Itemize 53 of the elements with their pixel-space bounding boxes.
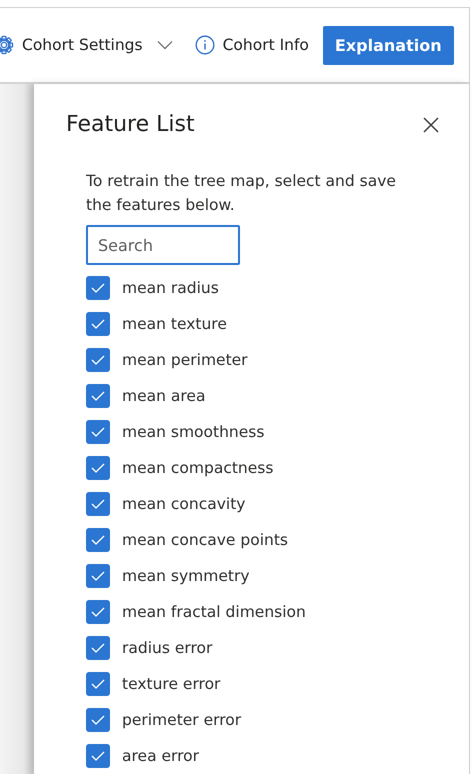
checkmark-icon: [91, 535, 105, 545]
checkmark-icon: [91, 427, 105, 437]
checkmark-icon: [91, 643, 105, 653]
description-text: To retrain the tree map, select and save the features below.: [86, 171, 397, 216]
checkmark-icon: [91, 679, 105, 689]
close-icon: [423, 116, 439, 132]
feature-label: mean texture: [122, 315, 227, 333]
close-button[interactable]: [421, 114, 441, 134]
checkbox[interactable]: [86, 420, 110, 444]
feature-label: mean concavity: [122, 495, 246, 513]
feature-label: mean perimeter: [122, 351, 248, 369]
checkmark-icon: [91, 715, 105, 725]
feature-label: mean compactness: [122, 459, 274, 477]
checkbox[interactable]: [86, 492, 110, 516]
info-icon: [194, 35, 215, 55]
checkbox[interactable]: [86, 564, 110, 588]
explanation-button[interactable]: Explanation: [322, 26, 454, 64]
checkbox[interactable]: [86, 744, 110, 768]
feature-label: mean concave points: [122, 531, 288, 549]
checkbox[interactable]: [86, 600, 110, 624]
gear-icon: [0, 35, 14, 55]
checkmark-icon: [91, 571, 105, 581]
feature-label: mean fractal dimension: [122, 603, 306, 621]
checkmark-icon: [91, 463, 105, 473]
panel-title: Feature List: [66, 112, 195, 137]
checkbox[interactable]: [86, 672, 110, 696]
checkmark-icon: [91, 283, 105, 293]
cohort-info-button[interactable]: Cohort Info: [194, 35, 319, 55]
checkmark-icon: [91, 391, 105, 401]
checkbox[interactable]: [86, 312, 110, 336]
feature-label: mean symmetry: [122, 567, 250, 585]
checkbox[interactable]: [86, 384, 110, 408]
feature-label: radius error: [122, 639, 212, 657]
checkmark-icon: [91, 499, 105, 509]
checkbox[interactable]: [86, 456, 110, 480]
feature-label: perimeter error: [122, 711, 242, 729]
feature-label: mean area: [122, 387, 206, 405]
checkmark-icon: [91, 355, 105, 365]
checkbox[interactable]: [86, 708, 110, 732]
checkbox[interactable]: [86, 528, 110, 552]
cohort-settings-button[interactable]: Cohort Settings: [0, 35, 195, 55]
feature-label: texture error: [122, 675, 220, 693]
feature-label: mean smoothness: [122, 423, 264, 441]
search-field[interactable]: Search: [86, 225, 240, 265]
feature-label: mean radius: [122, 279, 219, 297]
checkmark-icon: [91, 319, 105, 329]
feature-label: area error: [122, 747, 200, 765]
checkmark-icon: [91, 607, 105, 617]
checkbox[interactable]: [86, 276, 110, 300]
checkbox[interactable]: [86, 348, 110, 372]
checkmark-icon: [91, 751, 105, 761]
checkbox[interactable]: [86, 636, 110, 660]
chevron-down-icon: [156, 40, 173, 50]
